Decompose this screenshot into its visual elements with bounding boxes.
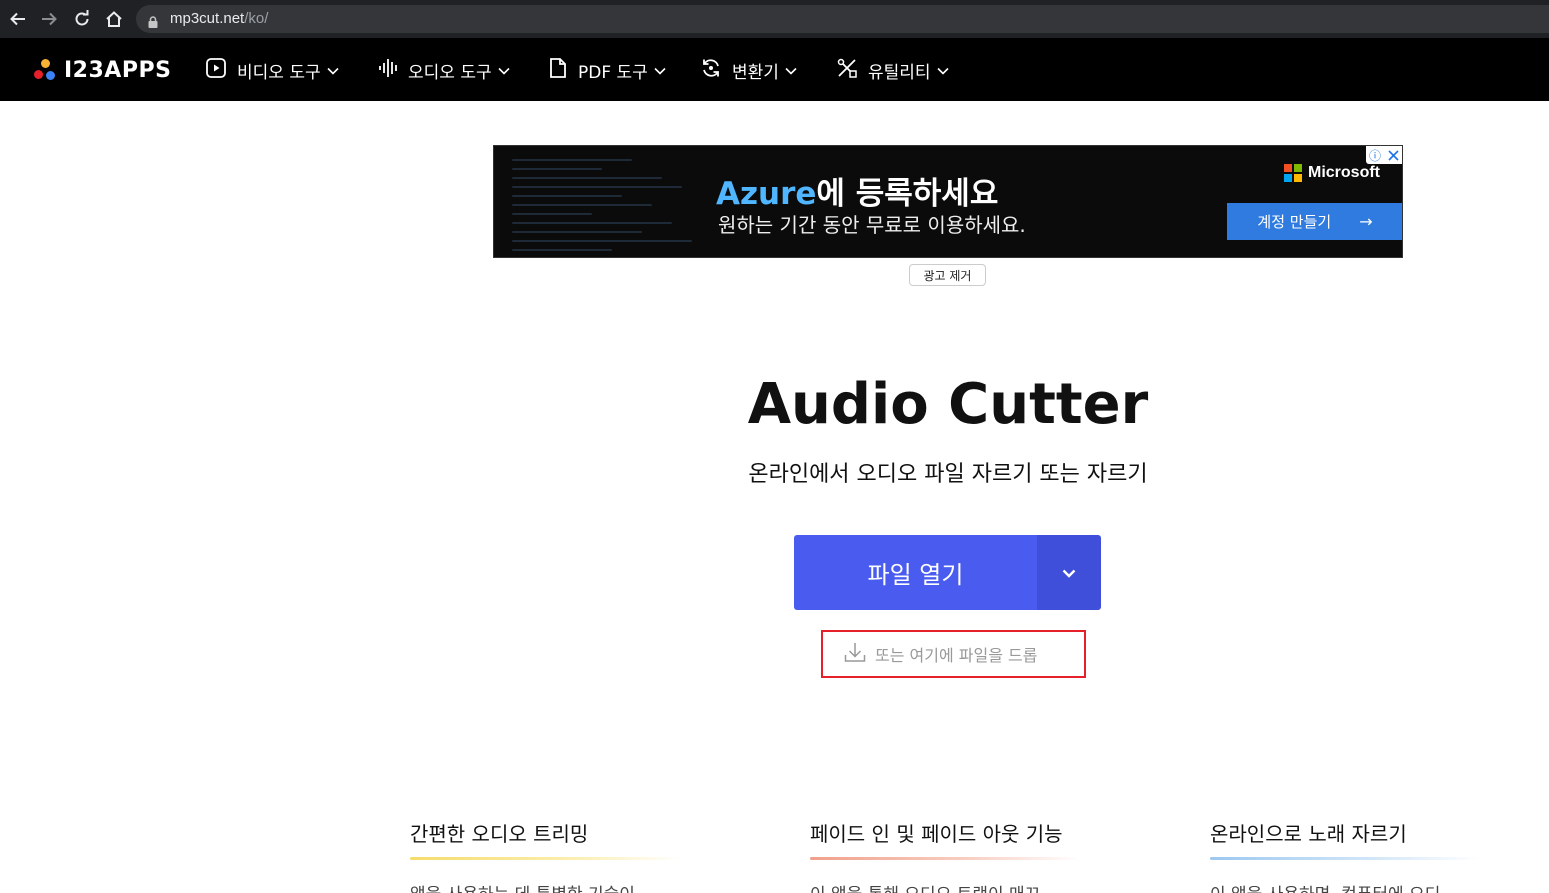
- ad-subtitle: 원하는 기간 동안 무료로 이용하세요.: [718, 213, 1026, 237]
- logo-text: I23APPS: [64, 57, 172, 83]
- chevron-down-icon: [498, 60, 510, 80]
- url-text: mp3cut.net/ko/: [170, 10, 269, 27]
- feature-divider: [1210, 857, 1480, 860]
- nav-item-video[interactable]: 비디오 도구: [205, 56, 339, 84]
- logo[interactable]: I23APPS: [33, 56, 171, 84]
- lock-icon: [148, 13, 158, 32]
- feature-divider: [810, 857, 1080, 860]
- nav-item-label: 유틸리티: [868, 62, 931, 83]
- document-icon: [548, 57, 568, 84]
- nav-item-pdf[interactable]: PDF 도구: [548, 56, 666, 84]
- chevron-down-icon: [327, 60, 339, 80]
- microsoft-wordmark: Microsoft: [1308, 164, 1380, 181]
- remove-ads-button[interactable]: 광고 제거: [909, 264, 986, 286]
- microsoft-squares-icon: [1284, 164, 1302, 182]
- address-bar[interactable]: mp3cut.net/ko/: [136, 5, 1549, 33]
- ad-title: Azure에 등록하세요: [716, 176, 999, 212]
- feature-easy-trimming: 간편한 오디오 트리밍 앱을 사용하는 데 특별한 기술이: [410, 818, 680, 893]
- nav-item-audio[interactable]: 오디오 도구: [378, 56, 510, 84]
- nav-item-label: 변환기: [732, 62, 779, 83]
- site-navbar: I23APPS 비디오 도구 오디오 도구 PDF 도구 변환기 유틸리티: [0, 38, 1549, 101]
- open-file-button[interactable]: 파일 열기: [794, 535, 1037, 610]
- chevron-down-icon: [1062, 563, 1076, 582]
- drop-zone-text: 또는 여기에 파일을 드롭: [875, 646, 1038, 665]
- browser-toolbar: mp3cut.net/ko/: [0, 0, 1549, 38]
- feature-title: 간편한 오디오 트리밍: [410, 822, 589, 846]
- reload-icon[interactable]: [70, 7, 94, 31]
- tools-icon: [836, 57, 858, 84]
- chevron-down-icon: [785, 60, 797, 80]
- advertisement-banner[interactable]: Azure에 등록하세요 원하는 기간 동안 무료로 이용하세요. Micros…: [493, 145, 1403, 258]
- ad-create-account-button[interactable]: 계정 만들기 →: [1227, 203, 1402, 240]
- home-icon[interactable]: [102, 7, 126, 31]
- feature-title: 페이드 인 및 페이드 아웃 기능: [810, 822, 1063, 846]
- convert-icon: [700, 57, 722, 84]
- back-icon[interactable]: [6, 7, 30, 31]
- page-title: Audio Cutter: [747, 372, 1149, 437]
- nav-item-label: PDF 도구: [578, 62, 648, 83]
- download-tray-icon: [843, 640, 875, 668]
- feature-text: 이 앱을 통해 오디오 트랙이 매끄: [810, 880, 1080, 893]
- nav-item-label: 비디오 도구: [237, 62, 321, 83]
- ad-background-code-image: [512, 152, 712, 252]
- ad-info-icon[interactable]: ⓘ: [1366, 146, 1384, 164]
- nav-item-converter[interactable]: 변환기: [700, 56, 797, 84]
- feature-text: 이 앱을 사용하면, 컴퓨터에 오디: [1210, 880, 1480, 893]
- chevron-down-icon: [654, 60, 666, 80]
- file-drop-zone[interactable]: 또는 여기에 파일을 드롭: [821, 630, 1086, 678]
- logo-dots-icon: [33, 58, 57, 82]
- arrow-right-icon: →: [1359, 212, 1373, 231]
- ad-close-icon[interactable]: [1384, 146, 1402, 164]
- feature-online-cut: 온라인으로 노래 자르기 이 앱을 사용하면, 컴퓨터에 오디: [1210, 818, 1480, 893]
- feature-fade: 페이드 인 및 페이드 아웃 기능 이 앱을 통해 오디오 트랙이 매끄: [810, 818, 1080, 893]
- chevron-down-icon: [936, 60, 949, 80]
- waveform-icon: [378, 57, 398, 84]
- nav-item-utilities[interactable]: 유틸리티: [836, 56, 949, 84]
- feature-text: 앱을 사용하는 데 특별한 기술이: [410, 880, 680, 893]
- forward-icon[interactable]: [37, 7, 61, 31]
- play-square-icon: [205, 57, 227, 84]
- open-file-options-button[interactable]: [1037, 535, 1101, 610]
- microsoft-logo: Microsoft: [1284, 164, 1380, 182]
- ad-cta-label: 계정 만들기: [1257, 213, 1332, 231]
- page-subtitle: 온라인에서 오디오 파일 자르기 또는 자르기: [748, 462, 1148, 487]
- nav-item-label: 오디오 도구: [408, 62, 492, 83]
- feature-title: 온라인으로 노래 자르기: [1210, 822, 1407, 846]
- feature-divider: [410, 857, 680, 860]
